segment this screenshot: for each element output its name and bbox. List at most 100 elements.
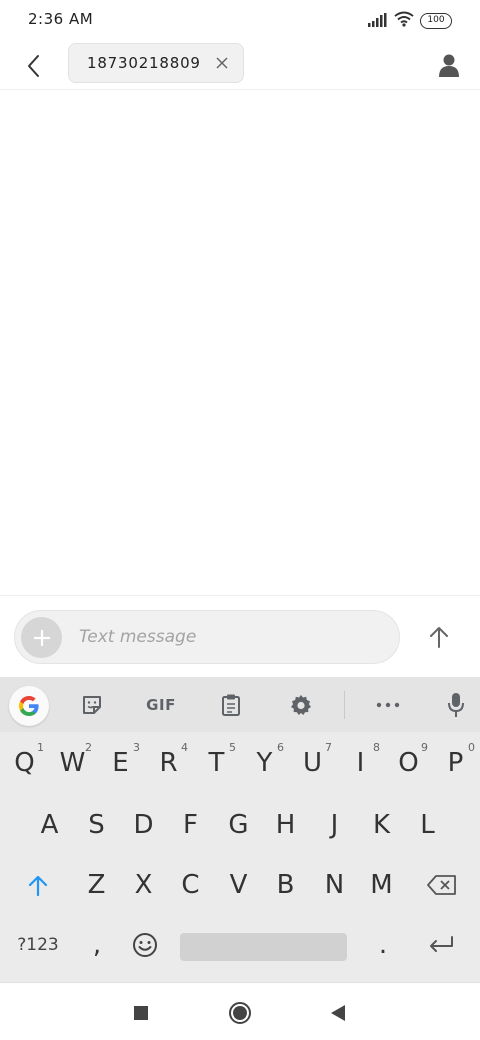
recents-button[interactable] xyxy=(123,995,159,1031)
key-u[interactable]: U7 xyxy=(289,735,336,791)
key-label: R xyxy=(159,748,178,778)
sticker-icon xyxy=(83,696,101,714)
period-key[interactable]: . xyxy=(360,917,406,973)
key-m[interactable]: M xyxy=(358,857,405,913)
contact-button[interactable] xyxy=(432,48,466,82)
more-horizontal-icon xyxy=(376,702,400,708)
voice-input-button[interactable] xyxy=(436,685,476,725)
arrow-up-icon xyxy=(430,627,448,648)
backspace-key[interactable] xyxy=(418,857,465,913)
key-hint: 7 xyxy=(325,741,332,754)
back-button[interactable] xyxy=(18,50,50,82)
key-b[interactable]: B xyxy=(262,857,309,913)
google-search-button[interactable] xyxy=(9,686,49,726)
symbols-key[interactable]: ?123 xyxy=(8,917,68,973)
key-c[interactable]: C xyxy=(167,857,214,913)
message-input[interactable] xyxy=(79,619,379,655)
backspace-icon xyxy=(426,875,456,895)
gear-icon xyxy=(291,695,311,715)
key-label: I xyxy=(356,748,365,778)
microphone-icon xyxy=(448,693,464,717)
key-f[interactable]: F xyxy=(167,797,214,853)
enter-key[interactable] xyxy=(418,917,464,973)
battery-icon: 100 xyxy=(420,13,452,29)
key-g[interactable]: G xyxy=(215,797,262,853)
key-v[interactable]: V xyxy=(215,857,262,913)
status-time: 2:36 AM xyxy=(28,10,94,28)
key-a[interactable]: A xyxy=(26,797,73,853)
key-hint: 6 xyxy=(277,741,284,754)
key-s[interactable]: S xyxy=(73,797,120,853)
google-logo-icon xyxy=(19,696,39,716)
status-icons: 100 xyxy=(368,11,452,31)
recipient-chip[interactable]: 18730218809 xyxy=(68,43,244,83)
triangle-back-icon xyxy=(331,1005,345,1021)
key-label: P xyxy=(447,748,464,778)
signal-icon xyxy=(368,12,388,31)
key-o[interactable]: O9 xyxy=(385,735,432,791)
back-nav-button[interactable] xyxy=(320,995,356,1031)
key-label: E xyxy=(112,748,129,778)
clipboard-icon xyxy=(222,694,240,716)
home-circle-icon xyxy=(229,1002,251,1024)
plus-icon xyxy=(33,629,50,646)
person-icon xyxy=(439,54,459,77)
gif-button[interactable]: GIF xyxy=(141,685,181,725)
key-label: O xyxy=(398,748,419,778)
key-t[interactable]: T5 xyxy=(193,735,240,791)
key-h[interactable]: H xyxy=(262,797,309,853)
key-hint: 9 xyxy=(421,741,428,754)
status-bar: 2:36 AM 100 xyxy=(0,0,480,40)
enter-icon xyxy=(430,936,453,952)
key-hint: 1 xyxy=(37,741,44,754)
key-hint: 4 xyxy=(181,741,188,754)
emoji-icon xyxy=(133,933,157,957)
key-d[interactable]: D xyxy=(120,797,167,853)
key-p[interactable]: P0 xyxy=(432,735,479,791)
key-z[interactable]: Z xyxy=(73,857,120,913)
home-button[interactable] xyxy=(222,995,258,1031)
key-e[interactable]: E3 xyxy=(97,735,144,791)
comma-key[interactable]: , xyxy=(74,917,120,973)
keyboard-toolbar: GIF xyxy=(0,677,480,732)
clipboard-button[interactable] xyxy=(211,685,251,725)
compose-field xyxy=(14,610,400,664)
emoji-key[interactable] xyxy=(122,917,168,973)
key-i[interactable]: I8 xyxy=(337,735,384,791)
send-button[interactable] xyxy=(420,618,458,656)
more-button[interactable] xyxy=(368,685,408,725)
key-x[interactable]: X xyxy=(120,857,167,913)
key-k[interactable]: K xyxy=(358,797,405,853)
key-r[interactable]: R4 xyxy=(145,735,192,791)
key-y[interactable]: Y6 xyxy=(241,735,288,791)
attach-button[interactable] xyxy=(21,617,62,658)
wifi-icon xyxy=(394,11,414,31)
message-composer xyxy=(0,595,480,677)
toolbar-divider xyxy=(344,691,345,719)
key-label: U xyxy=(302,748,323,778)
key-w[interactable]: W2 xyxy=(49,735,96,791)
navigation-bar xyxy=(0,982,480,1040)
key-n[interactable]: N xyxy=(311,857,358,913)
close-icon xyxy=(216,57,228,69)
key-l[interactable]: L xyxy=(404,797,451,853)
chevron-left-icon xyxy=(28,55,39,77)
settings-button[interactable] xyxy=(281,685,321,725)
key-hint: 0 xyxy=(468,741,475,754)
key-label: Q xyxy=(14,748,35,778)
shift-arrow-icon xyxy=(28,875,47,896)
space-key[interactable] xyxy=(180,933,347,961)
shift-key[interactable] xyxy=(14,857,61,913)
conversation-area xyxy=(0,91,480,595)
key-hint: 5 xyxy=(229,741,236,754)
conversation-header: 18730218809 xyxy=(0,40,480,90)
remove-recipient-button[interactable] xyxy=(213,54,231,72)
key-q[interactable]: Q1 xyxy=(1,735,48,791)
square-icon xyxy=(134,1006,148,1020)
keyboard: G I F Q 1 W 2 E 3 R 4 T 5 Y 6 U 7 I 8 O 9 … xyxy=(0,677,480,982)
key-hint: 2 xyxy=(85,741,92,754)
key-label: T xyxy=(208,748,225,778)
gif-label: GIF xyxy=(146,696,176,714)
key-j[interactable]: J xyxy=(311,797,358,853)
sticker-button[interactable] xyxy=(72,685,112,725)
